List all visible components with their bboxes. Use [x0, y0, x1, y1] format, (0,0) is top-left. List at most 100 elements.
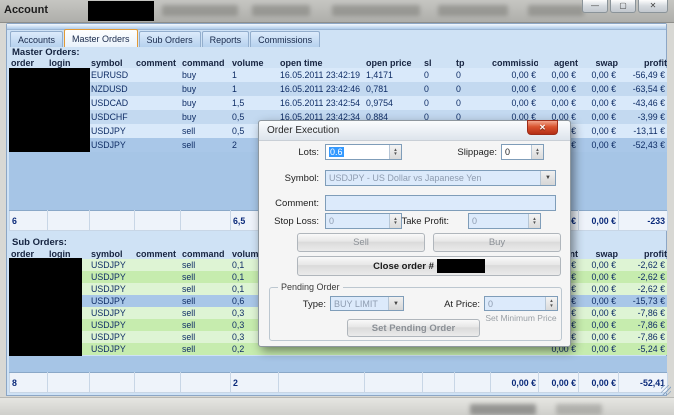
- table-cell: [134, 271, 180, 283]
- pending-type-value: BUY LIMIT: [331, 299, 388, 309]
- symbol-select[interactable]: USDJPY - US Dollar vs Japanese Yen ▼: [325, 170, 556, 186]
- comment-input[interactable]: [325, 195, 556, 211]
- sub-col-header-command[interactable]: command: [180, 248, 230, 259]
- table-cell: -43,46 €: [618, 96, 667, 110]
- master-order-row[interactable]: EURUSDbuy116.05.2011 23:42:191,4171000,0…: [9, 68, 667, 82]
- tab-accounts[interactable]: Accounts: [10, 31, 63, 47]
- master-col-header-symbol[interactable]: symbol: [89, 57, 134, 68]
- blurred-background-item: [556, 404, 602, 415]
- table-cell: 0,00 €: [578, 68, 618, 82]
- close-icon[interactable]: ✕: [638, 0, 668, 13]
- table-cell: [134, 343, 180, 355]
- table-cell: sell: [180, 331, 230, 343]
- table-cell: [134, 68, 180, 82]
- master-col-header-comment[interactable]: comment: [134, 57, 180, 68]
- master-col-header-volume[interactable]: volume: [230, 57, 278, 68]
- at-price-stepper[interactable]: 0 ▲▼: [484, 296, 558, 311]
- blurred-toolbar-text: [252, 5, 310, 16]
- table-cell: 0,781: [364, 82, 422, 96]
- table-cell: [134, 110, 180, 124]
- table-cell: 0,00 €: [578, 259, 618, 271]
- dialog-titlebar[interactable]: Order Execution: [259, 121, 570, 141]
- redacted-master-order-ids: [9, 68, 90, 152]
- window-resize-grip[interactable]: [661, 385, 671, 395]
- spinner-arrows-icon[interactable]: ▲▼: [545, 297, 557, 310]
- table-cell: 0,00 €: [538, 82, 578, 96]
- table-cell: buy: [180, 82, 230, 96]
- table-cell: sell: [180, 319, 230, 331]
- master-col-header-login[interactable]: login: [47, 57, 89, 68]
- take-profit-value: 0: [469, 216, 528, 226]
- spinner-arrows-icon[interactable]: ▲▼: [528, 214, 540, 228]
- table-cell: 16.05.2011 23:42:19: [278, 68, 364, 82]
- dialog-close-icon[interactable]: ✕: [527, 120, 558, 135]
- tab-commissions[interactable]: Commissions: [250, 31, 320, 47]
- table-cell: 0: [454, 82, 490, 96]
- table-cell: -56,49 €: [618, 68, 667, 82]
- table-cell: 1: [230, 82, 278, 96]
- spinner-arrows-icon[interactable]: ▲▼: [389, 145, 401, 159]
- table-cell: -2,62 €: [618, 259, 667, 271]
- table-cell: USDJPY: [89, 138, 134, 152]
- pending-type-select[interactable]: BUY LIMIT ▼: [330, 296, 404, 311]
- master-col-header-tp[interactable]: tp: [454, 57, 490, 68]
- chevron-down-icon[interactable]: ▼: [388, 297, 403, 310]
- buy-button[interactable]: Buy: [433, 233, 561, 252]
- summary-cell: [365, 373, 423, 393]
- table-cell: 0,00 €: [490, 82, 538, 96]
- take-profit-stepper[interactable]: 0 ▲▼: [468, 213, 541, 229]
- table-cell: sell: [180, 307, 230, 319]
- sub-col-header-swap[interactable]: swap: [578, 248, 618, 259]
- table-cell: USDJPY: [89, 331, 134, 343]
- sub-col-header-comment[interactable]: comment: [134, 248, 180, 259]
- master-col-header-swap[interactable]: swap: [578, 57, 618, 68]
- maximize-icon[interactable]: ▢: [610, 0, 636, 13]
- tab-sub-orders[interactable]: Sub Orders: [139, 31, 201, 47]
- master-col-header-open-time[interactable]: open time: [278, 57, 364, 68]
- master-col-header-agent[interactable]: agent: [538, 57, 578, 68]
- master-col-header-commissio[interactable]: commissio: [490, 57, 538, 68]
- table-cell: sell: [180, 138, 230, 152]
- master-col-header-order[interactable]: order: [9, 57, 47, 68]
- lots-stepper[interactable]: 0.6 ▲▼: [325, 144, 402, 160]
- table-cell: 0,00 €: [538, 68, 578, 82]
- chevron-down-icon[interactable]: ▼: [540, 171, 555, 185]
- redacted-order-number: [437, 259, 485, 273]
- sub-col-header-profit[interactable]: profit: [618, 248, 667, 259]
- tab-master-orders[interactable]: Master Orders: [64, 29, 138, 47]
- set-pending-order-button[interactable]: Set Pending Order: [347, 319, 480, 337]
- table-cell: USDJPY: [89, 343, 134, 355]
- summary-cell: [48, 373, 90, 393]
- pending-order-group-label: Pending Order: [278, 282, 343, 292]
- summary-cell: [90, 211, 135, 231]
- master-col-header-sl[interactable]: sl: [422, 57, 454, 68]
- table-cell: USDJPY: [89, 271, 134, 283]
- minimize-icon[interactable]: —: [582, 0, 608, 13]
- stop-loss-stepper[interactable]: 0 ▲▼: [325, 213, 402, 229]
- table-cell: 1: [230, 68, 278, 82]
- table-cell: USDJPY: [89, 295, 134, 307]
- table-cell: buy: [180, 68, 230, 82]
- table-cell: USDJPY: [89, 124, 134, 138]
- sub-col-header-symbol[interactable]: symbol: [89, 248, 134, 259]
- blurred-toolbar-text: [438, 5, 508, 16]
- table-cell: [134, 331, 180, 343]
- slippage-stepper[interactable]: 0 ▲▼: [501, 144, 544, 160]
- table-cell: 0,00 €: [578, 319, 618, 331]
- master-col-header-open-price[interactable]: open price: [364, 57, 422, 68]
- table-cell: 0: [454, 68, 490, 82]
- tab-reports[interactable]: Reports: [202, 31, 250, 47]
- spinner-arrows-icon[interactable]: ▲▼: [531, 145, 543, 159]
- master-order-row[interactable]: NZDUSDbuy116.05.2011 23:42:460,781000,00…: [9, 82, 667, 96]
- master-order-row[interactable]: USDCADbuy1,516.05.2011 23:42:540,9754000…: [9, 96, 667, 110]
- sub-summary-row: 820,00 €0,00 €0,00 €-52,41: [10, 373, 668, 393]
- table-cell: [134, 138, 180, 152]
- table-cell: sell: [180, 271, 230, 283]
- sell-button[interactable]: Sell: [297, 233, 425, 252]
- symbol-value: USDJPY - US Dollar vs Japanese Yen: [326, 173, 540, 183]
- close-order-button[interactable]: Close order #: [297, 256, 561, 276]
- sub-orders-section-title: Sub Orders:: [12, 237, 67, 248]
- master-col-header-command[interactable]: command: [180, 57, 230, 68]
- table-cell: 16.05.2011 23:42:46: [278, 82, 364, 96]
- master-col-header-profit[interactable]: profit: [618, 57, 667, 68]
